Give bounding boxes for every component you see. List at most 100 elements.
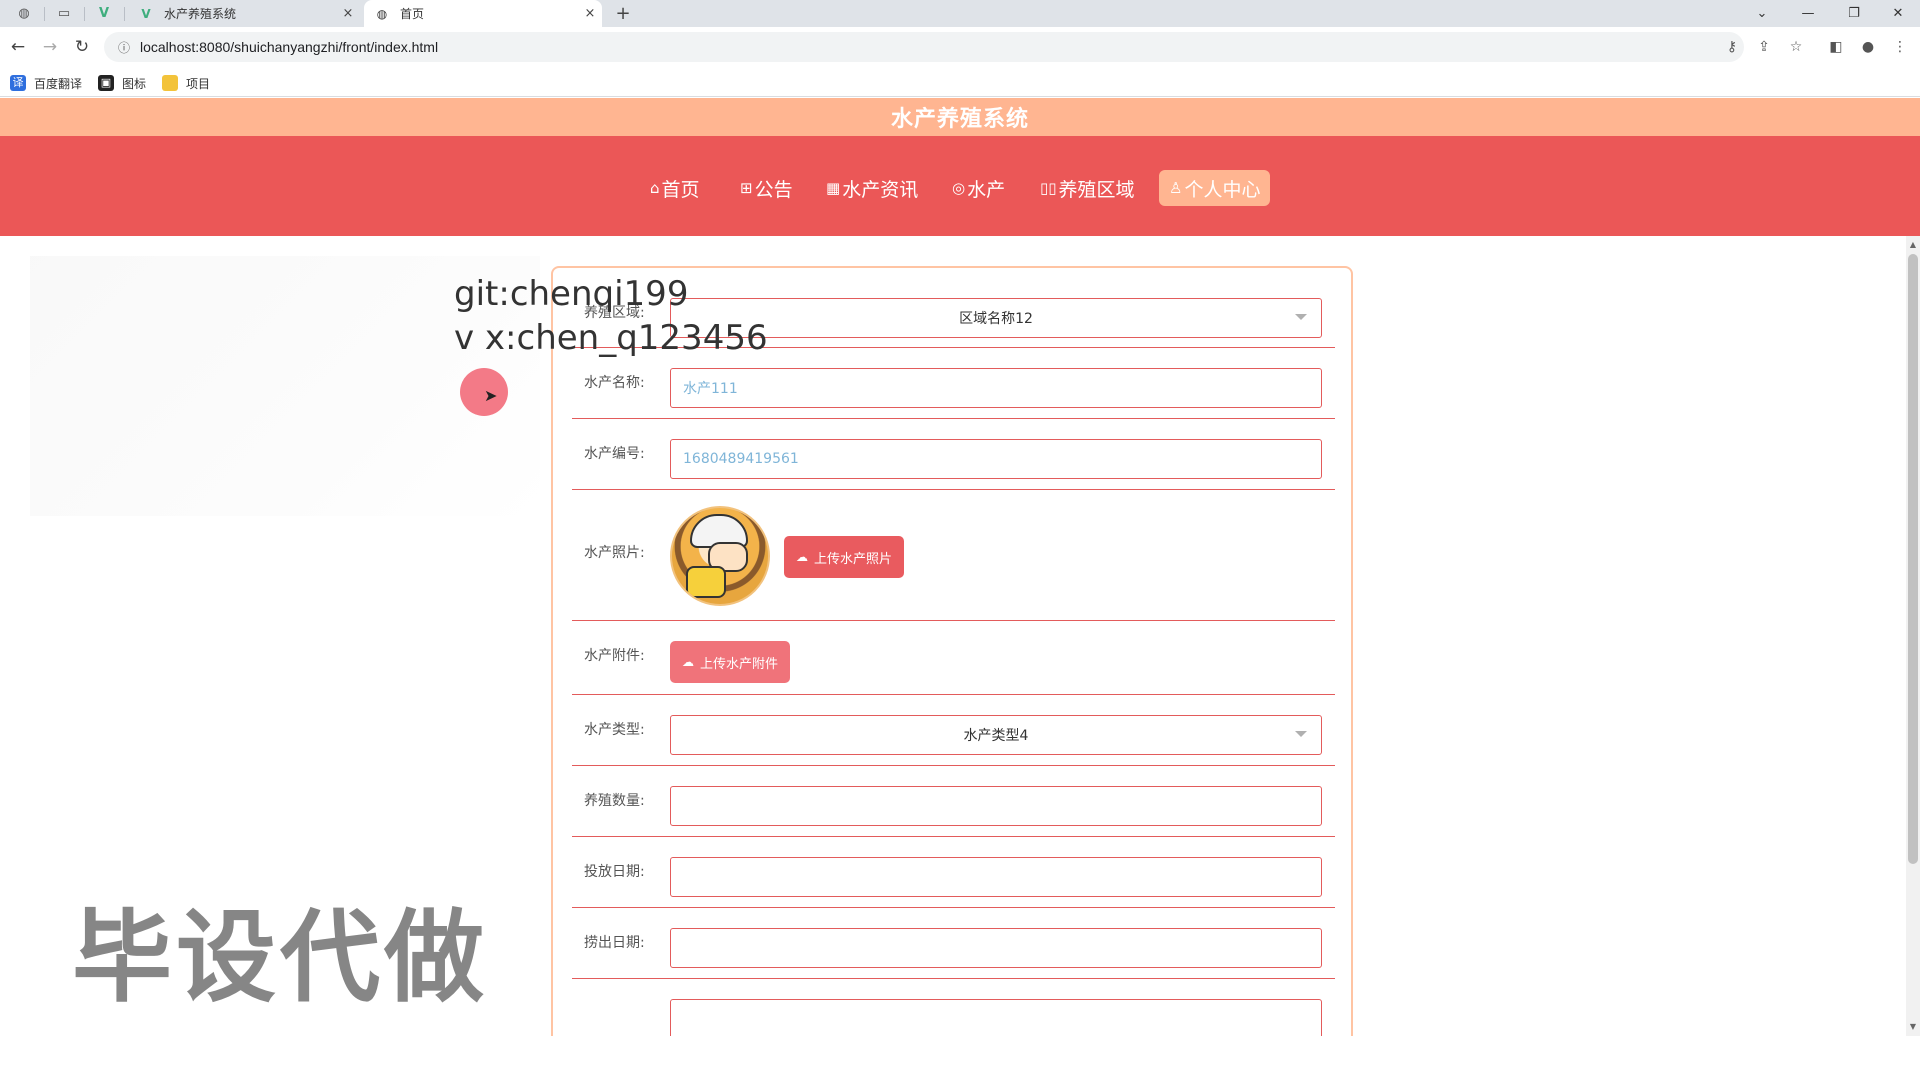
upload-photo-label: 上传水产照片 bbox=[814, 551, 893, 567]
folder-icon bbox=[162, 75, 178, 91]
name-label: 水产名称: bbox=[584, 375, 645, 391]
photo-label: 水产照片: bbox=[584, 545, 645, 561]
form-row-code: 水产编号: 1680489419561 bbox=[572, 419, 1335, 490]
overlay-wechat-text: v x:chen_q123456 bbox=[454, 318, 768, 358]
home-icon: ⌂ bbox=[650, 179, 660, 197]
site-title: 水产养殖系统 bbox=[890, 107, 1029, 132]
grid-icon: ▦ bbox=[826, 179, 841, 197]
tab-search-icon[interactable]: ⌄ bbox=[1740, 0, 1784, 27]
cloud-upload-icon: ☁ bbox=[796, 550, 808, 564]
release-date-input[interactable] bbox=[670, 857, 1322, 897]
forward-icon[interactable]: → bbox=[36, 35, 64, 59]
code-input[interactable]: 1680489419561 bbox=[670, 439, 1322, 479]
translate-icon: 译 bbox=[10, 75, 26, 91]
nav-personal-center[interactable]: ♙ 个人中心 bbox=[1159, 170, 1271, 206]
close-window-icon[interactable]: ✕ bbox=[1876, 0, 1920, 27]
harvest-date-input[interactable] bbox=[670, 928, 1322, 968]
scroll-up-icon[interactable]: ▲ bbox=[1906, 238, 1920, 252]
quantity-label: 养殖数量: bbox=[584, 793, 645, 809]
code-label: 水产编号: bbox=[584, 446, 645, 462]
bookmark-icons[interactable]: ▣ 图标 bbox=[98, 74, 146, 92]
new-tab-button[interactable]: + bbox=[608, 0, 638, 27]
tab-shuichan[interactable]: V 水产养殖系统 × bbox=[128, 0, 360, 27]
quantity-input[interactable] bbox=[670, 786, 1322, 826]
key-icon[interactable]: ⚷ bbox=[1718, 35, 1746, 59]
tab-title: 首页 bbox=[400, 7, 425, 21]
minimize-icon[interactable]: — bbox=[1786, 0, 1830, 27]
site-title-bar: 水产养殖系统 bbox=[0, 98, 1920, 136]
form-row-type: 水产类型: 水产类型4 bbox=[572, 695, 1335, 766]
scroll-down-icon[interactable]: ▼ bbox=[1906, 1020, 1920, 1034]
mouse-cursor-icon: ➤ bbox=[484, 386, 498, 405]
nav-announcement[interactable]: ⊞ 公告 bbox=[740, 170, 793, 206]
cloud-upload-icon: ☁ bbox=[682, 655, 694, 669]
side-panel-icon[interactable]: ◧ bbox=[1822, 35, 1850, 59]
vue-logo-icon[interactable]: V bbox=[84, 0, 124, 27]
main-content: 养殖区域: 区域名称12 水产名称: 水产111 水产编号: 168048941… bbox=[0, 236, 1906, 1036]
nav-label: 首页 bbox=[661, 178, 700, 201]
nav-news[interactable]: ▦ 水产资讯 bbox=[826, 170, 918, 206]
scrollbar-thumb[interactable] bbox=[1908, 254, 1918, 864]
chevron-down-icon bbox=[1295, 731, 1307, 737]
tab-home[interactable]: ◍ 首页 × bbox=[364, 0, 602, 27]
bookmarks-bar: 译 百度翻译 ▣ 图标 项目 bbox=[0, 67, 1920, 97]
nav-aquatic[interactable]: ◎ 水产 bbox=[952, 170, 1005, 206]
bottom-strip bbox=[0, 1036, 1920, 1072]
vue-logo-icon: V bbox=[141, 6, 151, 21]
globe-icon: ◍ bbox=[376, 6, 388, 21]
upload-attachment-button[interactable]: ☁ 上传水产附件 bbox=[670, 641, 791, 683]
url-text[interactable]: localhost:8080/shuichanyangzhi/front/ind… bbox=[140, 39, 438, 55]
form-row-name: 水产名称: 水产111 bbox=[572, 348, 1335, 419]
form-row-quantity: 养殖数量: bbox=[572, 766, 1335, 837]
nav-area[interactable]: ▯▯ 养殖区域 bbox=[1040, 170, 1135, 206]
type-select[interactable]: 水产类型4 bbox=[670, 715, 1322, 755]
tab-title: 水产养殖系统 bbox=[164, 7, 237, 21]
attachment-label: 水产附件: bbox=[584, 648, 645, 664]
bookmark-baidu-translate[interactable]: 译 百度翻译 bbox=[10, 74, 82, 92]
form-row-harvest-date: 捞出日期: bbox=[572, 908, 1335, 979]
harvest-date-label: 捞出日期: bbox=[584, 935, 645, 951]
bookmark-project[interactable]: 项目 bbox=[162, 74, 210, 92]
gift-icon: ⊞ bbox=[740, 179, 753, 197]
textarea-input[interactable] bbox=[670, 999, 1322, 1036]
area-value: 区域名称12 bbox=[959, 311, 1033, 327]
site-info-icon[interactable]: ⓘ bbox=[114, 39, 134, 56]
nav-home[interactable]: ⌂ 首页 bbox=[650, 170, 700, 206]
fish-icon: ◎ bbox=[952, 179, 966, 197]
close-tab-icon[interactable]: × bbox=[578, 6, 602, 21]
area-select[interactable]: 区域名称12 bbox=[670, 298, 1322, 338]
browser-window: ◍ ▭ V V 水产养殖系统 × ◍ 首页 × + ⌄ — ❐ ✕ ← → ↻ … bbox=[0, 0, 1920, 1072]
bookmark-star-icon[interactable]: ☆ bbox=[1782, 35, 1810, 59]
menu-icon[interactable]: ⋮ bbox=[1886, 35, 1914, 59]
nav-label: 养殖区域 bbox=[1058, 178, 1135, 201]
tab-divider bbox=[124, 7, 125, 21]
columns-icon: ▯▯ bbox=[1040, 179, 1057, 197]
profile-icon[interactable]: ● bbox=[1854, 35, 1882, 59]
user-icon: ♙ bbox=[1169, 179, 1183, 197]
main-nav: ⌂ 首页 ⊞ 公告 ▦ 水产资讯 ◎ 水产 ▯▯ 养殖区域 ♙ 个人中心 bbox=[0, 136, 1920, 236]
upload-attachment-label: 上传水产附件 bbox=[700, 656, 779, 672]
toolbar: ← → ↻ ⓘ localhost:8080/shuichanyangzhi/f… bbox=[0, 27, 1920, 67]
reload-icon[interactable]: ↻ bbox=[68, 35, 96, 59]
bookmark-label: 百度翻译 bbox=[34, 76, 83, 91]
address-bar[interactable]: ⓘ localhost:8080/shuichanyangzhi/front/i… bbox=[104, 32, 1744, 62]
back-icon[interactable]: ← bbox=[4, 35, 32, 59]
release-date-label: 投放日期: bbox=[584, 864, 645, 880]
type-label: 水产类型: bbox=[584, 722, 645, 738]
form-row-next bbox=[572, 979, 1335, 1036]
share-icon[interactable]: ⇪ bbox=[1750, 35, 1778, 59]
upload-photo-button[interactable]: ☁ 上传水产照片 bbox=[784, 536, 905, 578]
type-value: 水产类型4 bbox=[963, 728, 1029, 744]
bag-shape bbox=[686, 566, 726, 598]
globe-icon[interactable]: ◍ bbox=[4, 0, 44, 27]
close-tab-icon[interactable]: × bbox=[336, 6, 360, 21]
overlay-watermark: 毕设代做 bbox=[72, 899, 488, 1016]
blank-page-icon[interactable]: ▭ bbox=[44, 0, 84, 27]
bookmark-label: 项目 bbox=[186, 76, 211, 91]
image-icon: ▣ bbox=[98, 75, 114, 91]
tab-bar: ◍ ▭ V V 水产养殖系统 × ◍ 首页 × + ⌄ — ❐ ✕ bbox=[0, 0, 1920, 27]
form-row-photo: 水产照片: ☁ 上传水产照片 bbox=[572, 490, 1335, 621]
name-input[interactable]: 水产111 bbox=[670, 368, 1322, 408]
aquatic-photo[interactable] bbox=[670, 506, 770, 606]
restore-icon[interactable]: ❐ bbox=[1832, 0, 1876, 27]
